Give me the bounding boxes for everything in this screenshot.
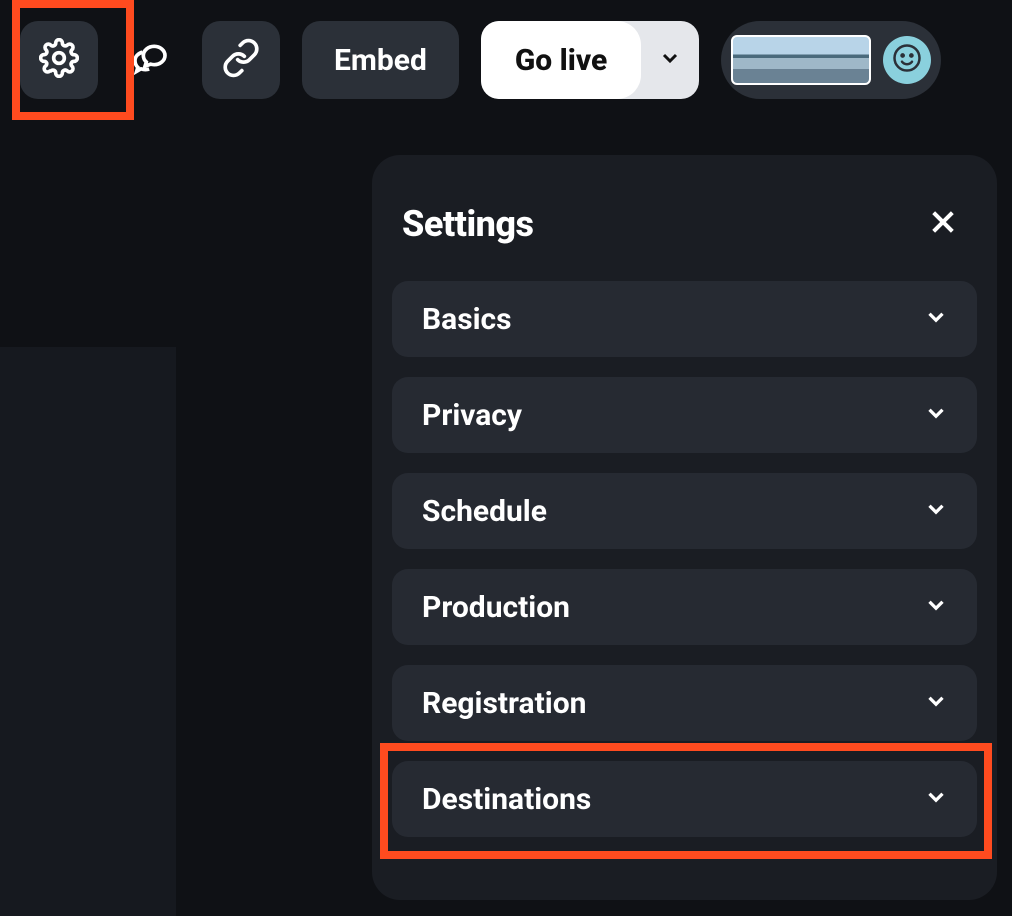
chevron-down-icon xyxy=(923,496,949,526)
chat-button[interactable] xyxy=(120,21,180,99)
settings-row-label: Production xyxy=(422,590,570,625)
user-menu[interactable] xyxy=(721,21,941,99)
embed-label: Embed xyxy=(334,43,427,78)
settings-row-privacy[interactable]: Privacy xyxy=(392,377,977,453)
settings-row-label: Basics xyxy=(422,302,512,337)
stream-thumbnail xyxy=(731,35,871,85)
settings-row-basics[interactable]: Basics xyxy=(392,281,977,357)
settings-panel: Settings Basics Privacy Schedule Product… xyxy=(372,155,997,900)
link-icon xyxy=(221,38,261,82)
settings-header: Settings xyxy=(392,203,977,245)
left-panel-edge xyxy=(0,347,176,916)
settings-row-label: Registration xyxy=(422,686,586,721)
chevron-down-icon xyxy=(923,688,949,718)
settings-row-schedule[interactable]: Schedule xyxy=(392,473,977,549)
settings-row-label: Schedule xyxy=(422,494,547,529)
embed-button[interactable]: Embed xyxy=(302,21,459,99)
golive-group: Go live xyxy=(481,21,699,99)
golive-dropdown-button[interactable] xyxy=(641,21,699,99)
top-toolbar: Embed Go live xyxy=(20,20,992,100)
close-button[interactable] xyxy=(925,206,961,242)
chevron-down-icon xyxy=(923,400,949,430)
settings-row-label: Privacy xyxy=(422,398,522,433)
settings-row-registration[interactable]: Registration xyxy=(392,665,977,741)
settings-row-label: Destinations xyxy=(422,782,591,817)
chevron-down-icon xyxy=(923,784,949,814)
chat-icon xyxy=(130,38,170,82)
golive-button[interactable]: Go live xyxy=(481,21,641,99)
chevron-down-icon xyxy=(923,592,949,622)
link-button[interactable] xyxy=(202,21,280,99)
avatar xyxy=(883,36,931,84)
settings-row-destinations[interactable]: Destinations xyxy=(392,761,977,837)
gear-icon xyxy=(39,38,79,82)
chevron-down-icon xyxy=(658,46,682,74)
chevron-down-icon xyxy=(923,304,949,334)
settings-list: Basics Privacy Schedule Production Regis… xyxy=(392,281,977,837)
face-icon xyxy=(892,43,922,77)
settings-row-production[interactable]: Production xyxy=(392,569,977,645)
close-icon xyxy=(927,206,959,242)
golive-label: Go live xyxy=(515,43,607,78)
settings-title: Settings xyxy=(402,203,534,245)
settings-button[interactable] xyxy=(20,21,98,99)
